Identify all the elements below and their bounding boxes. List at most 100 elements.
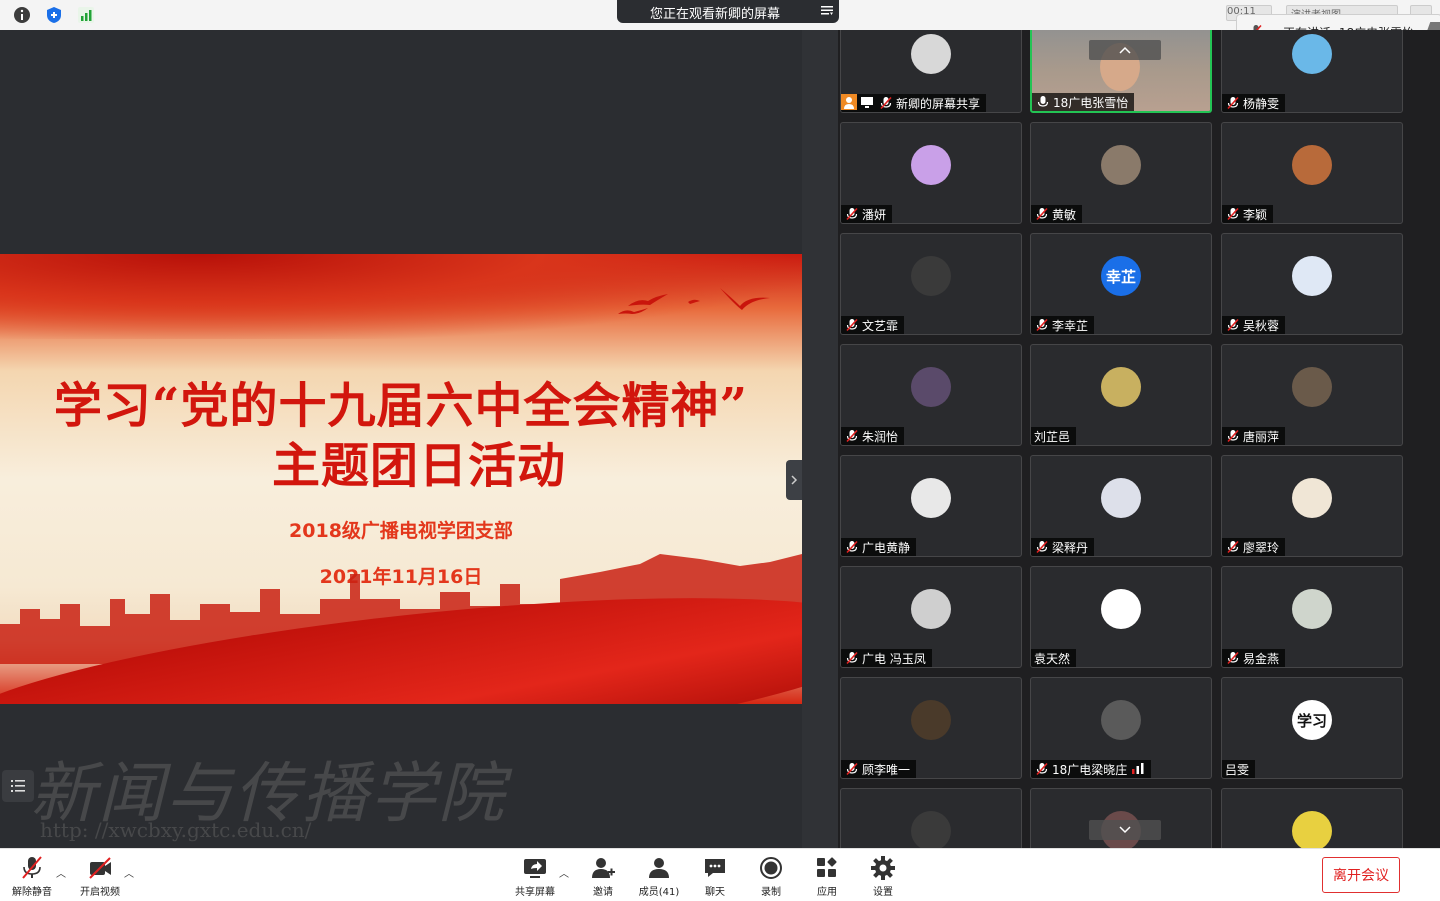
participant-name: 黄敏 — [1052, 207, 1077, 222]
participant-name-tag: 广电黄静 — [841, 538, 917, 556]
start-video-label: 开启视频 — [80, 887, 120, 898]
participant-name-tag: 刘芷邑 — [1031, 427, 1077, 445]
unmute-button[interactable]: 解除静音 — [2, 855, 62, 898]
network-signal-icon — [1127, 762, 1145, 777]
participant-name-tag: 唐丽萍 — [1222, 427, 1286, 445]
participant-name-tag: 易金燕 — [1222, 649, 1286, 667]
settings-label: 设置 — [873, 887, 893, 898]
participant-name: 潘妍 — [862, 207, 887, 222]
muted-mic-icon — [845, 762, 859, 776]
chat-label: 聊天 — [705, 887, 725, 898]
participant-tile[interactable]: 刘芷邑 — [1030, 344, 1212, 446]
menu-icon[interactable] — [821, 4, 833, 16]
participant-name: 文艺霏 — [862, 318, 899, 333]
viewing-share-banner[interactable]: 您正在观看新卿的屏幕 — [617, 0, 839, 23]
security-shield-icon[interactable] — [45, 6, 63, 24]
participant-name-tag: 李幸芷 — [1031, 316, 1095, 334]
muted-mic-icon — [1226, 318, 1240, 332]
apps-label: 应用 — [817, 887, 837, 898]
settings-button[interactable]: 设置 — [853, 855, 913, 898]
participant-tile[interactable]: 文艺霏 — [840, 233, 1022, 335]
participant-tile[interactable]: 唐丽萍 — [1221, 344, 1403, 446]
participant-tile[interactable]: 广电黄静 — [840, 455, 1022, 557]
participant-tile[interactable]: 廖翠玲 — [1221, 455, 1403, 557]
participant-tile[interactable]: 易金燕 — [1221, 566, 1403, 668]
participant-tile[interactable]: 吴秋蓉 — [1221, 233, 1403, 335]
chevron-down-icon — [1119, 826, 1131, 834]
participant-tile[interactable] — [1221, 788, 1403, 848]
participant-name: 唐丽萍 — [1243, 429, 1280, 444]
members-button[interactable]: 成员(41) — [629, 855, 689, 898]
participant-tile[interactable]: 杨静雯 — [1221, 30, 1403, 113]
participant-gallery[interactable]: 新卿的屏幕共享 18广电张雪怡 杨静雯 潘妍 黄敏 李颖 文艺霏 幸芷 李幸芷 吴秋蓉 朱润怡 刘芷邑… — [802, 30, 1440, 848]
participant-tile[interactable]: 李颖 — [1221, 122, 1403, 224]
participant-avatar — [911, 34, 951, 74]
participant-tile[interactable]: 学习吕雯 — [1221, 677, 1403, 779]
participant-tile[interactable]: 幸芷李幸芷 — [1030, 233, 1212, 335]
invite-button[interactable]: 邀请 — [573, 855, 633, 898]
participant-avatar — [1292, 367, 1332, 407]
participant-name: 杨静雯 — [1243, 96, 1280, 111]
video-options-caret[interactable]: ︿ — [124, 865, 134, 880]
muted-mic-icon — [845, 651, 859, 665]
participant-tile[interactable]: 黄敏 — [1030, 122, 1212, 224]
participant-avatar — [911, 478, 951, 518]
gear-icon — [871, 856, 895, 880]
slide-title-line2: 主题团日活动 — [271, 438, 566, 494]
participant-tile[interactable]: 袁天然 — [1030, 566, 1212, 668]
members-icon — [649, 858, 669, 878]
presentation-slide: 学习“党的十九届六中全会精神” 主题团日活动 2018级广播电视学团支部 202… — [0, 254, 802, 704]
participant-avatar: 学习 — [1292, 700, 1332, 740]
leave-meeting-button[interactable]: 离开会议 — [1322, 857, 1400, 893]
chat-button[interactable]: 聊天 — [685, 855, 745, 898]
participant-avatar — [1101, 145, 1141, 185]
participant-name: 廖翠玲 — [1243, 540, 1280, 555]
participant-name: 18广电梁晓庄 — [1052, 762, 1128, 777]
chat-bubble-icon — [705, 859, 725, 877]
participant-name: 李颖 — [1243, 207, 1268, 222]
participant-tile[interactable]: 潘妍 — [840, 122, 1022, 224]
share-options-caret[interactable]: ︿ — [559, 865, 569, 880]
muted-mic-icon — [845, 207, 859, 221]
participant-name: 吴秋蓉 — [1243, 318, 1280, 333]
participant-tile[interactable] — [840, 788, 1022, 848]
participant-name: 袁天然 — [1034, 651, 1071, 666]
participant-name: 李幸芷 — [1052, 318, 1089, 333]
muted-mic-icon — [1226, 207, 1240, 221]
participant-tile[interactable]: 新卿的屏幕共享 — [840, 30, 1022, 113]
participant-name-tag: 18广电张雪怡 — [1032, 93, 1135, 111]
shared-screen-area[interactable]: 学习“党的十九届六中全会精神” 主题团日活动 2018级广播电视学团支部 202… — [0, 30, 802, 848]
participant-name: 吕雯 — [1225, 762, 1250, 777]
participant-avatar — [1101, 700, 1141, 740]
participant-avatar: 幸芷 — [1101, 256, 1141, 296]
participant-avatar — [911, 256, 951, 296]
unmute-label: 解除静音 — [12, 887, 52, 898]
participant-tile[interactable]: 18广电梁晓庄 — [1030, 677, 1212, 779]
slide-subtitle: 2018级广播电视学团支部 — [289, 520, 513, 542]
share-screen-icon — [524, 859, 546, 878]
start-video-button[interactable]: 开启视频 — [70, 855, 130, 898]
participant-tile[interactable]: 朱润怡 — [840, 344, 1022, 446]
participant-name-tag: 梁释丹 — [1031, 538, 1095, 556]
audio-options-caret[interactable]: ︿ — [56, 865, 66, 880]
record-label: 录制 — [761, 887, 781, 898]
info-icon[interactable] — [13, 6, 31, 24]
apps-grid-icon — [817, 857, 837, 877]
muted-mic-icon — [1226, 540, 1240, 554]
participant-tile[interactable]: 顾李唯一 — [840, 677, 1022, 779]
participant-name-tag: 黄敏 — [1031, 205, 1083, 223]
participant-name-tag: 朱润怡 — [841, 427, 905, 445]
record-button[interactable]: 录制 — [741, 855, 801, 898]
signal-stats-icon[interactable] — [77, 6, 95, 24]
participant-name-tag: 杨静雯 — [1222, 94, 1286, 112]
participant-tile[interactable]: 广电 冯玉凤 — [840, 566, 1022, 668]
scroll-down-button[interactable] — [1089, 820, 1161, 840]
chevron-right-icon — [791, 475, 798, 485]
scroll-up-button[interactable] — [1089, 40, 1161, 60]
apps-button[interactable]: 应用 — [797, 855, 857, 898]
collapse-panel-button[interactable] — [786, 460, 802, 500]
top-bar: 您正在观看新卿的屏幕 00:11 演讲者视图 — [0, 0, 1440, 31]
share-screen-button[interactable]: 共享屏幕 — [505, 855, 565, 898]
participant-avatar — [1292, 478, 1332, 518]
participant-tile[interactable]: 梁释丹 — [1030, 455, 1212, 557]
